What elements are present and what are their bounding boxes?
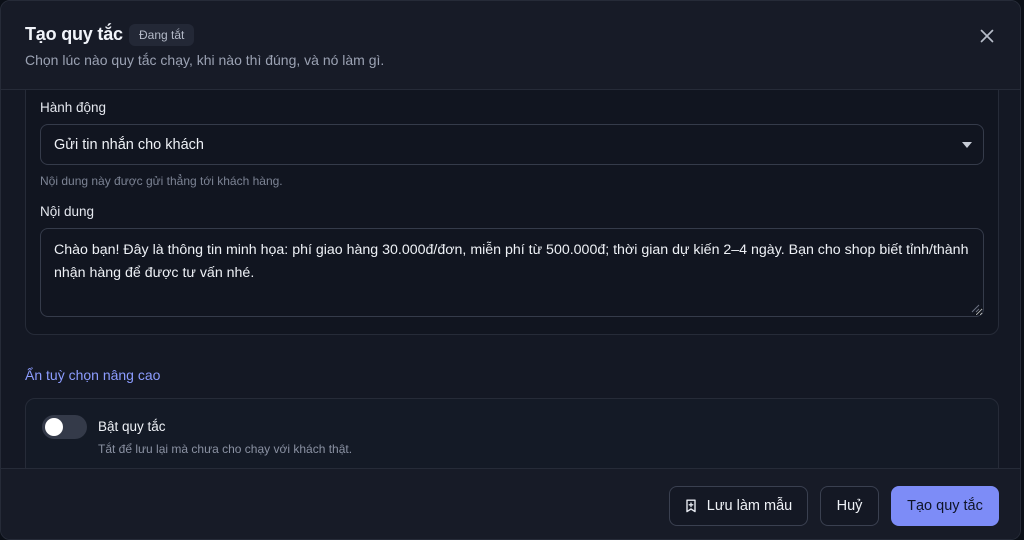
- content-label: Nội dung: [40, 204, 95, 219]
- create-rule-label: Tạo quy tắc: [907, 498, 983, 514]
- enable-rule-card: Bật quy tắc Tắt để lưu lại mà chưa cho c…: [25, 398, 999, 468]
- enable-rule-label: Bật quy tắc: [98, 419, 166, 434]
- action-hint: Nội dung này được gửi thẳng tới khách hà…: [40, 174, 283, 188]
- toggle-knob: [45, 418, 63, 436]
- bookmark-icon: [686, 499, 696, 513]
- status-badge: Đang tắt: [129, 24, 195, 46]
- enable-rule-description: Tắt để lưu lại mà chưa cho chạy với khác…: [98, 442, 353, 456]
- create-rule-button[interactable]: Tạo quy tắc: [891, 486, 999, 526]
- cancel-button[interactable]: Huỷ: [820, 486, 879, 526]
- content-textarea[interactable]: Chào bạn! Đây là thông tin minh họa: phí…: [40, 228, 984, 317]
- dialog-title: Tạo quy tắc: [25, 24, 123, 44]
- save-template-label: Lưu làm mẫu: [706, 498, 793, 514]
- close-button[interactable]: [976, 25, 998, 47]
- dialog-subtitle: Chọn lúc nào quy tắc chạy, khi nào thì đ…: [25, 52, 385, 68]
- action-label: Hành động: [40, 100, 107, 115]
- cancel-label: Huỷ: [836, 498, 863, 514]
- action-select[interactable]: Gửi tin nhắn cho khách: [40, 124, 984, 165]
- save-template-button[interactable]: Lưu làm mẫu: [669, 486, 808, 526]
- chevron-down-icon: [962, 142, 972, 148]
- create-rule-dialog: Tạo quy tắc Đang tắt Chọn lúc nào quy tắ…: [0, 0, 1021, 540]
- dialog-header: Tạo quy tắc Đang tắt Chọn lúc nào quy tắ…: [1, 1, 1020, 90]
- dialog-body: Hành động Gửi tin nhắn cho khách Nội dun…: [1, 90, 1020, 468]
- action-selected-value: Gửi tin nhắn cho khách: [54, 136, 204, 153]
- dialog-footer: Lưu làm mẫu Huỷ Tạo quy tắc: [1, 468, 1020, 539]
- action-card: Hành động Gửi tin nhắn cho khách Nội dun…: [25, 90, 999, 335]
- content-text: Chào bạn! Đây là thông tin minh họa: phí…: [54, 242, 969, 281]
- close-icon: [980, 29, 994, 43]
- resize-handle-icon[interactable]: [971, 304, 980, 313]
- enable-rule-toggle[interactable]: [42, 415, 87, 439]
- toggle-advanced-link[interactable]: Ẩn tuỳ chọn nâng cao: [25, 367, 160, 383]
